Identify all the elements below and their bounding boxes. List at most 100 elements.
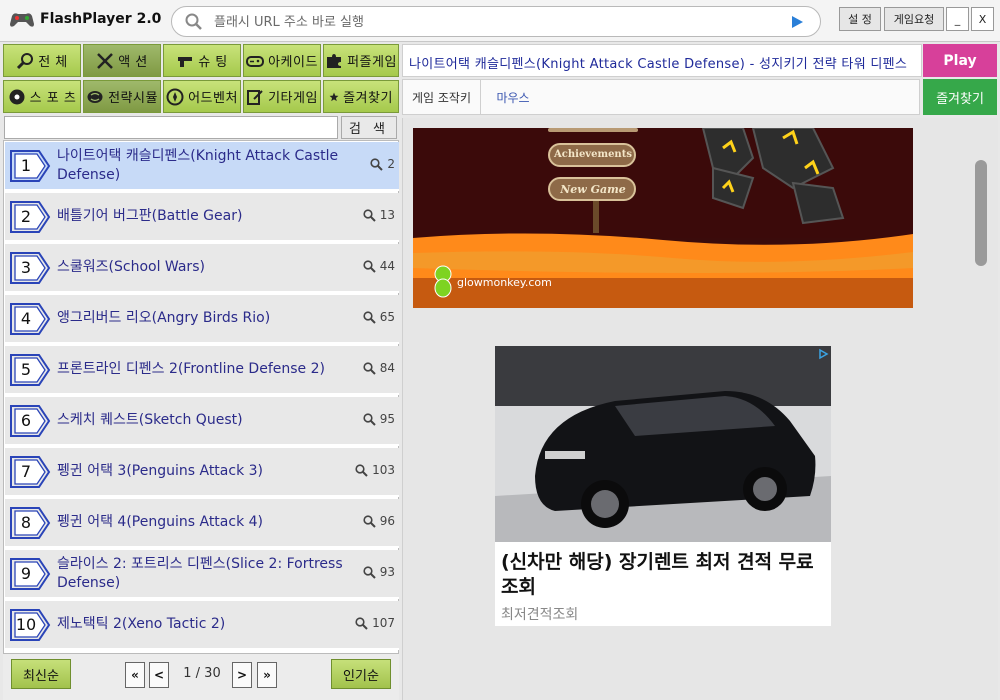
game-preview[interactable]: Achievements New Game glowmonkey.com — [413, 128, 913, 308]
add-favorite-button[interactable]: 즐겨찾기 — [923, 79, 997, 115]
ad-choices-icon[interactable] — [817, 348, 829, 360]
category-puzzle[interactable]: 퍼즐게임 — [323, 44, 399, 77]
url-input[interactable] — [214, 12, 774, 32]
rank-number: 6 — [20, 411, 32, 430]
category-all[interactable]: 전 체 — [3, 44, 81, 77]
play-count: 107 — [355, 616, 395, 630]
play-count-value: 13 — [379, 208, 395, 222]
tab-game-controls[interactable]: 게임 조작키 — [403, 80, 481, 114]
app-title: FlashPlayer 2.0 — [40, 11, 162, 27]
game-request-button[interactable]: 게임요청 — [884, 7, 944, 31]
category-label: 퍼즐게임 — [347, 55, 397, 70]
rank-number: 10 — [15, 615, 37, 634]
rank-number: 2 — [20, 207, 32, 226]
play-count: 95 — [363, 412, 395, 426]
game-title: 제노택틱 2(Xeno Tactic 2) — [57, 616, 226, 632]
scrollbar-thumb[interactable] — [975, 160, 987, 266]
game-list-item[interactable]: 10 제노택틱 2(Xeno Tactic 2) 107 — [5, 601, 399, 650]
next-page-button[interactable]: > — [232, 662, 252, 688]
category-etc[interactable]: 기타게임 — [243, 80, 321, 113]
category-label: 어드벤처 — [188, 91, 238, 106]
minimize-button[interactable]: _ — [946, 7, 969, 31]
game-title: 펭귄 어택 4(Penguins Attack 4) — [57, 514, 263, 530]
rank-number: 8 — [20, 513, 32, 532]
rank-number: 5 — [20, 360, 32, 379]
category-label: 즐겨찾기 — [343, 91, 393, 106]
game-list-item[interactable]: 8 펭귄 어택 4(Penguins Attack 4) 96 — [5, 499, 399, 548]
rank-number: 9 — [20, 564, 32, 583]
magnifier-icon — [363, 412, 376, 426]
play-count-value: 84 — [379, 361, 395, 375]
compass-icon — [166, 88, 184, 105]
rank-badge: 6 — [9, 404, 51, 438]
category-strategy[interactable]: 전략시뮬 — [83, 80, 161, 113]
game-list-item[interactable]: 4 앵그리버드 리오(Angry Birds Rio) 65 — [5, 295, 399, 344]
sort-popular-button[interactable]: 인기순 — [331, 659, 391, 689]
rank-badge: 9 — [9, 557, 51, 591]
game-list-item[interactable]: 9 슬라이스 2: 포트리스 디펜스(Slice 2: Fortress Def… — [5, 550, 399, 599]
info-tabs: 게임 조작키 마우스 — [402, 79, 920, 115]
magnifier-icon — [363, 514, 376, 528]
rank-badge: 10 — [9, 608, 51, 642]
category-sports[interactable]: 스 포 츠 — [3, 80, 81, 113]
game-list-item[interactable]: 5 프론트라인 디펜스 2(Frontline Defense 2) 84 — [5, 346, 399, 395]
page-info: 1 / 30 — [183, 666, 221, 681]
rank-badge: 7 — [9, 455, 51, 489]
puzzle-icon — [327, 53, 342, 68]
prev-page-button[interactable]: < — [149, 662, 169, 688]
play-count: 2 — [370, 157, 395, 171]
game-title: 앵그리버드 리오(Angry Birds Rio) — [57, 310, 271, 326]
play-count-value: 93 — [379, 565, 395, 579]
url-bar — [171, 6, 821, 37]
rank-badge: 8 — [9, 506, 51, 540]
first-page-button[interactable]: « — [125, 662, 145, 688]
star-icon — [329, 92, 339, 101]
last-page-button[interactable]: » — [257, 662, 277, 688]
close-button[interactable]: X — [971, 7, 994, 31]
rank-badge: 1 — [9, 149, 51, 183]
game-search-input[interactable] — [4, 116, 338, 139]
play-count-value: 2 — [387, 157, 395, 171]
advertisement[interactable]: (신차만 해당) 장기렌트 최저 견적 무료 조회 최저견적조회 — [495, 346, 831, 626]
tab-mouse[interactable]: 마우스 — [483, 80, 543, 114]
game-list-item[interactable]: 6 스케치 퀘스트(Sketch Quest) 95 — [5, 397, 399, 446]
magnifier-icon — [363, 361, 376, 375]
sort-newest-button[interactable]: 최신순 — [11, 659, 71, 689]
play-count-value: 103 — [372, 463, 395, 477]
category-action[interactable]: 액 션 — [83, 44, 161, 77]
soccer-ball-icon — [9, 89, 25, 104]
edit-icon — [247, 89, 263, 105]
category-favorites[interactable]: 즐겨찾기 — [323, 80, 399, 113]
game-list-item[interactable]: 2 배틀기어 버그판(Battle Gear) 13 — [5, 193, 399, 242]
rank-badge: 5 — [9, 353, 51, 387]
category-arcade[interactable]: 아케이드 — [243, 44, 321, 77]
play-count: 13 — [363, 208, 395, 222]
rank-number: 1 — [20, 156, 32, 175]
play-count: 103 — [355, 463, 395, 477]
play-count: 93 — [363, 565, 395, 579]
suv-car-image — [495, 346, 831, 542]
achievements-menu[interactable]: Achievements — [553, 149, 633, 160]
category-label: 슈 팅 — [198, 55, 228, 70]
category-shooting[interactable]: 슈 팅 — [163, 44, 241, 77]
category-label: 아케이드 — [268, 55, 318, 70]
play-triangle-icon[interactable] — [790, 15, 804, 29]
game-list-item[interactable]: 1 나이트어택 캐슬디펜스(Knight Attack Castle Defen… — [5, 142, 399, 191]
magnifier-icon — [363, 208, 376, 222]
magnifier-icon — [363, 259, 376, 273]
category-adventure[interactable]: 어드벤처 — [163, 80, 241, 113]
rank-number: 3 — [20, 258, 32, 277]
ad-headline[interactable]: (신차만 해당) 장기렌트 최저 견적 무료 조회 — [501, 550, 827, 600]
new-game-menu[interactable]: New Game — [553, 183, 633, 196]
game-title: 스쿨워즈(School Wars) — [57, 259, 205, 275]
game-list-item[interactable]: 3 스쿨워즈(School Wars) 44 — [5, 244, 399, 293]
category-label: 전 체 — [38, 55, 68, 70]
game-list-item[interactable]: 7 펭귄 어택 3(Penguins Attack 3) 103 — [5, 448, 399, 497]
play-button[interactable]: Play — [923, 44, 997, 77]
play-count: 96 — [363, 514, 395, 528]
brain-icon — [87, 90, 103, 103]
category-label: 전략시뮬 — [108, 91, 158, 106]
current-game-title: 나이트어택 캐슬디펜스(Knight Attack Castle Defense… — [409, 57, 908, 72]
search-button[interactable]: 검 색 — [341, 116, 397, 139]
settings-button[interactable]: 설 정 — [839, 7, 881, 31]
